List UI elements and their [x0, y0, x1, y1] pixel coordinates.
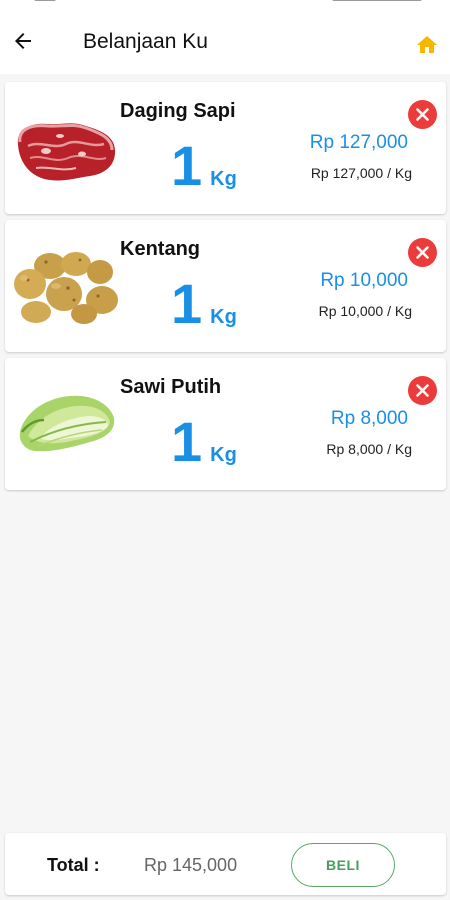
- item-unit-price: Rp 127,000 / Kg: [310, 165, 412, 181]
- item-unit-price: Rp 10,000 / Kg: [318, 303, 412, 319]
- item-total-price: Rp 127,000: [309, 132, 408, 153]
- total-amount: Rp 145,000: [144, 855, 238, 875]
- status-bar: [0, 0, 450, 8]
- cart-item[interactable]: Daging Sapi 1 Kg Rp 127,000 Rp 127,000 /…: [5, 82, 446, 214]
- quantity-value: 1: [171, 410, 203, 473]
- remove-item-button[interactable]: [408, 376, 437, 405]
- close-icon: [416, 384, 429, 397]
- item-name: Sawi Putih: [120, 376, 222, 398]
- arrow-left-icon: [15, 33, 31, 49]
- close-icon: [416, 246, 429, 259]
- home-icon: [417, 36, 437, 53]
- item-quantity: 1 Kg: [171, 138, 237, 194]
- quantity-unit: Kg: [210, 444, 237, 466]
- app-bar: Belanjaan Ku: [0, 8, 450, 74]
- napa-cabbage-image: [19, 395, 115, 452]
- item-total-price: Rp 8,000: [330, 408, 408, 429]
- remove-item-button[interactable]: [408, 100, 437, 129]
- quantity-value: 1: [171, 272, 203, 335]
- quantity-value: 1: [171, 134, 203, 197]
- cart-item[interactable]: Kentang 1 Kg Rp 10,000 Rp 10,000 / Kg: [5, 220, 446, 352]
- beef-steak-image: [17, 123, 116, 181]
- status-indicators: [332, 0, 422, 1]
- potatoes-image: [14, 252, 118, 324]
- item-unit-price: Rp 8,000 / Kg: [326, 441, 412, 457]
- quantity-unit: Kg: [210, 306, 237, 328]
- close-icon: [416, 108, 429, 121]
- buy-button[interactable]: BELI: [291, 843, 395, 887]
- item-name: Kentang: [120, 238, 200, 260]
- shopping-cart-screen: Belanjaan Ku Daging Sapi 1 Kg Rp 127,000…: [0, 0, 450, 900]
- total-label: Total :: [47, 855, 100, 875]
- quantity-unit: Kg: [210, 168, 237, 190]
- item-name: Daging Sapi: [120, 100, 236, 122]
- back-button[interactable]: [8, 26, 38, 56]
- checkout-bar: Total : Rp 145,000 BELI: [5, 833, 446, 895]
- remove-item-button[interactable]: [408, 238, 437, 267]
- signal-indicator: [34, 0, 56, 1]
- home-button[interactable]: [412, 30, 442, 60]
- item-quantity: 1 Kg: [171, 414, 237, 470]
- item-total-price: Rp 10,000: [320, 270, 408, 291]
- page-title: Belanjaan Ku: [83, 30, 208, 53]
- cart-item[interactable]: Sawi Putih 1 Kg Rp 8,000 Rp 8,000 / Kg: [5, 358, 446, 490]
- cart-item-list: Daging Sapi 1 Kg Rp 127,000 Rp 127,000 /…: [5, 82, 446, 496]
- item-quantity: 1 Kg: [171, 276, 237, 332]
